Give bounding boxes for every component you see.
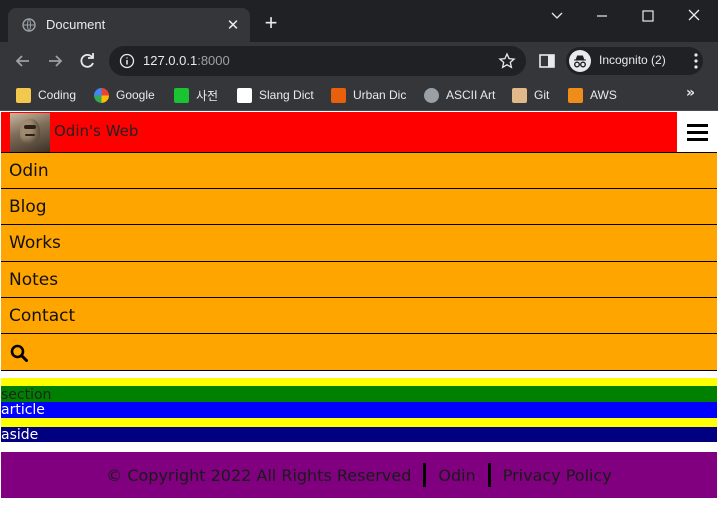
bookmarks-bar: Coding Google 사전 Slang Dict Urban Dic AS…: [0, 80, 718, 111]
bookmark-dictionary[interactable]: 사전: [174, 85, 218, 105]
slang-dict-icon: [237, 87, 252, 103]
footer-link-odin[interactable]: Odin: [438, 466, 475, 485]
aside-block: aside: [1, 427, 717, 442]
footer-divider: [423, 463, 427, 487]
browser-toolbar: 127.0.0.1:8000 Incognito (2): [0, 42, 718, 80]
minimize-icon[interactable]: [589, 6, 615, 26]
title-bar: Document ✕ +: [0, 0, 718, 42]
bookmark-label: Slang Dict: [259, 88, 314, 102]
incognito-icon: [569, 50, 591, 72]
footer-divider: [487, 463, 491, 487]
profile-label: Incognito (2): [599, 53, 666, 67]
chevron-down-icon[interactable]: [544, 6, 570, 26]
bookmark-label: Git: [534, 88, 550, 102]
bookmark-label: ASCII Art: [446, 88, 496, 102]
nav-search[interactable]: [1, 333, 717, 371]
new-tab-button[interactable]: +: [259, 12, 283, 36]
side-panel-icon[interactable]: [538, 52, 556, 70]
bookmark-ascii-art[interactable]: ASCII Art: [424, 85, 495, 105]
bookmark-google[interactable]: Google: [94, 85, 155, 105]
info-icon[interactable]: [119, 53, 135, 69]
back-icon[interactable]: [12, 50, 34, 72]
tab-title: Document: [46, 17, 106, 32]
bookmark-label: Coding: [38, 88, 77, 102]
aws-icon: [568, 87, 583, 103]
reload-icon[interactable]: [76, 50, 98, 72]
bookmark-label: 사전: [196, 88, 219, 103]
globe-icon: [424, 87, 439, 103]
bookmark-star-icon[interactable]: [498, 52, 516, 70]
browser-tab[interactable]: Document ✕: [8, 8, 250, 42]
copyright-text: © Copyright 2022 All Rights Reserved: [106, 465, 412, 485]
nav-item-works[interactable]: Works: [1, 224, 717, 261]
more-bookmarks-icon[interactable]: »: [686, 85, 695, 101]
bookmark-slang-dict[interactable]: Slang Dict: [237, 85, 314, 105]
incognito-profile-button[interactable]: Incognito (2): [566, 47, 703, 75]
footer-link-privacy[interactable]: Privacy Policy: [503, 466, 612, 485]
bookmark-aws[interactable]: AWS: [568, 85, 617, 105]
google-icon: [94, 87, 109, 103]
close-tab-icon[interactable]: ✕: [224, 16, 242, 34]
bookmark-label: Urban Dic: [353, 88, 407, 102]
git-icon: [512, 87, 527, 103]
nav-item-odin[interactable]: Odin: [1, 152, 717, 189]
site-header: Odin's Web: [1, 112, 717, 152]
hamburger-menu-icon[interactable]: [677, 112, 717, 152]
site-footer: © Copyright 2022 All Rights Reserved Odi…: [1, 452, 717, 498]
more-menu-icon[interactable]: [688, 51, 704, 71]
search-icon[interactable]: [10, 344, 28, 362]
bookmark-git[interactable]: Git: [512, 85, 549, 105]
folder-icon: [16, 87, 31, 103]
close-window-icon[interactable]: [681, 6, 707, 26]
forward-icon[interactable]: [44, 50, 66, 72]
yellow-band-bottom: [1, 418, 717, 427]
article-label: article: [1, 402, 45, 418]
address-bar[interactable]: 127.0.0.1:8000: [109, 46, 526, 76]
article-block: article: [1, 402, 717, 418]
bookmark-label: Google: [116, 88, 155, 102]
url-text: 127.0.0.1:8000: [143, 53, 230, 68]
logo-image[interactable]: [10, 113, 50, 152]
urban-dic-icon: [331, 87, 346, 103]
section-block: section: [1, 386, 717, 402]
site-title[interactable]: Odin's Web: [54, 122, 138, 140]
yellow-band-top: [1, 378, 717, 386]
web-page: Odin's Web Odin Blog Works Notes Contact…: [0, 111, 718, 526]
browser-chrome: Document ✕ + 127.0.0.1:8000 Incognito (2…: [0, 0, 718, 111]
nav-item-notes[interactable]: Notes: [1, 261, 717, 298]
bookmark-coding[interactable]: Coding: [16, 85, 76, 105]
dictionary-icon: [174, 87, 189, 103]
bookmark-urban-dic[interactable]: Urban Dic: [331, 85, 406, 105]
nav-item-blog[interactable]: Blog: [1, 188, 717, 225]
aside-label: aside: [1, 427, 39, 443]
nav-item-contact[interactable]: Contact: [1, 297, 717, 334]
bookmark-label: AWS: [590, 88, 617, 102]
globe-icon: [22, 18, 36, 32]
section-label: section: [1, 387, 52, 403]
maximize-icon[interactable]: [635, 6, 661, 26]
